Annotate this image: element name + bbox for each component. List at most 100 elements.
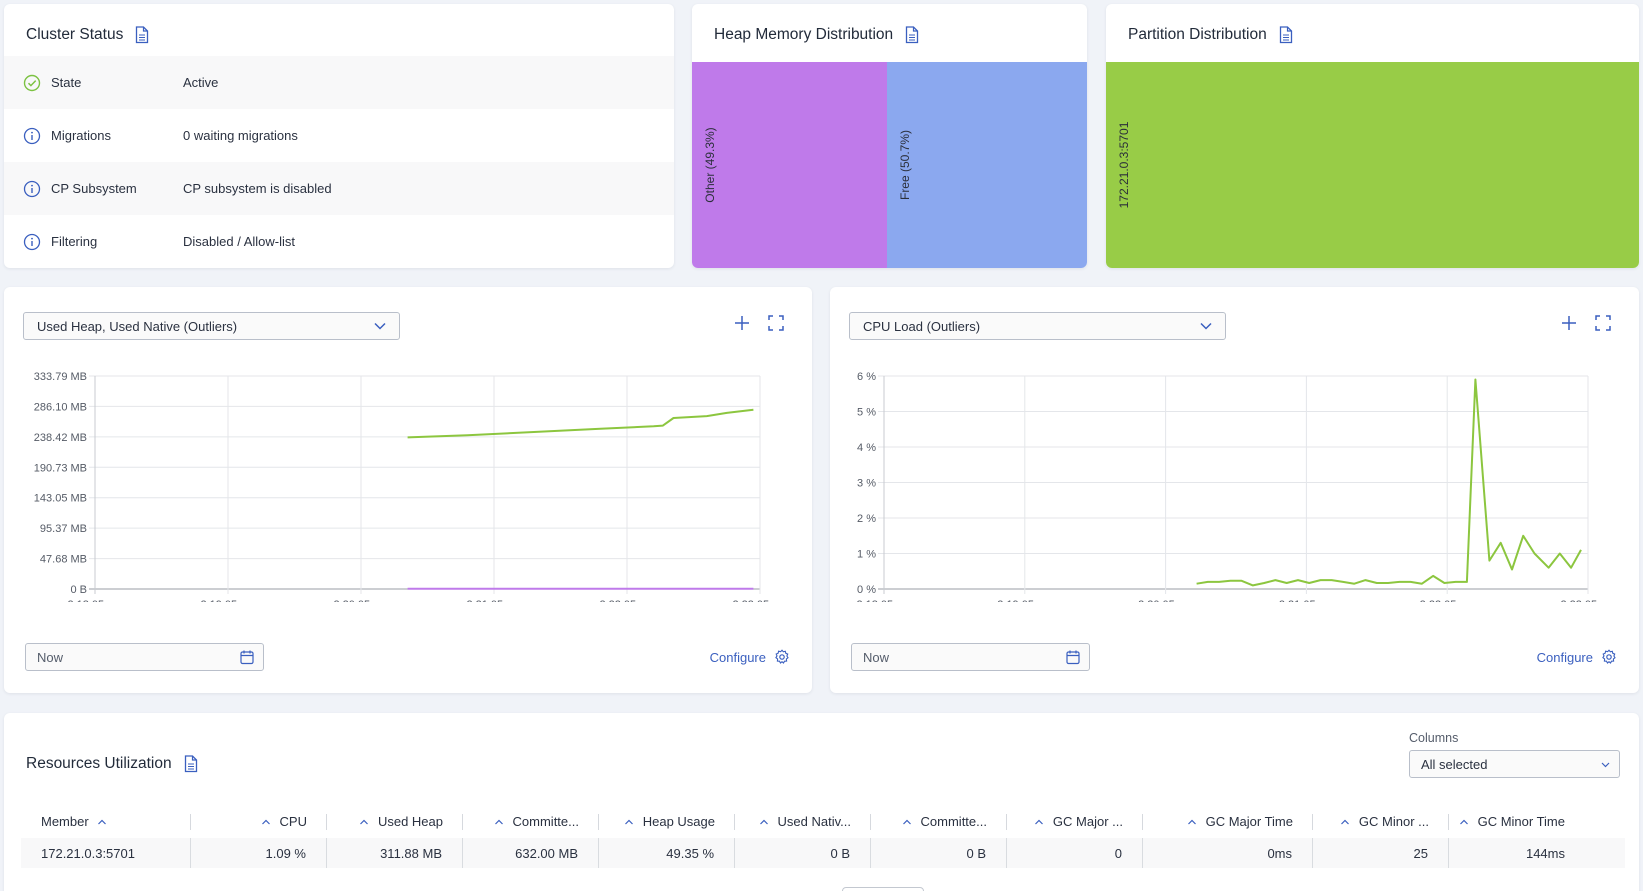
cluster-status-title: Cluster Status [26,26,149,44]
check-circle-icon [23,74,41,91]
column-header[interactable]: GC Minor ... [1313,805,1449,838]
column-header[interactable]: Committe... [463,805,599,838]
table-cell: 0 B [735,838,871,868]
sort-arrow-icon [1459,819,1468,824]
heap-segment-label: Free (50.7%) [897,129,912,201]
calendar-icon[interactable] [1065,649,1081,665]
column-header-label: GC Major Time [1205,814,1293,829]
sort-arrow-icon [1187,819,1196,824]
column-header[interactable]: Member [21,805,191,838]
y-tick-label: 0 % [857,584,876,596]
fullscreen-icon[interactable] [1593,313,1613,333]
pagination-control[interactable] [842,887,924,891]
column-header[interactable]: Heap Usage [599,805,735,838]
column-header-label: CPU [279,814,307,829]
column-header[interactable]: CPU [191,805,327,838]
heap-segment[interactable]: Free (50.7%) [886,62,1087,268]
column-header-label: Heap Usage [642,814,715,829]
configure-link[interactable]: Configure [710,649,790,665]
column-header[interactable]: Used Heap [327,805,463,838]
document-icon[interactable] [905,26,919,44]
y-tick-label: 238.42 MB [34,432,87,444]
column-header[interactable]: GC Major ... [1007,805,1143,838]
x-tick-label: 2:19:05 pm [997,599,1052,602]
status-row-cp-subsystem: CP Subsystem CP subsystem is disabled [4,162,674,215]
add-icon[interactable] [1559,313,1579,333]
partition-segment-label: 172.21.0.3:5701 [1117,121,1131,209]
table-cell: 0ms [1143,838,1313,868]
configure-label: Configure [709,649,766,665]
configure-label: Configure [1536,649,1593,665]
y-tick-label: 286.10 MB [34,401,87,413]
y-tick-label: 333.79 MB [34,371,87,383]
add-icon[interactable] [732,313,752,333]
metric-select[interactable]: Used Heap, Used Native (Outliers) [23,312,400,340]
status-value: CP subsystem is disabled [183,181,332,196]
resources-utilization-card: Resources Utilization Columns All select… [4,713,1639,891]
table-cell: 49.35 % [599,838,735,868]
calendar-icon[interactable] [239,649,255,665]
fullscreen-icon[interactable] [766,313,786,333]
resources-title-text: Resources Utilization [26,755,172,772]
metric-select[interactable]: CPU Load (Outliers) [849,312,1226,340]
date-input[interactable]: Now [851,643,1090,671]
heap-treemap: Other (49.3%) Free (50.7%) [692,62,1087,268]
columns-label: Columns [1409,731,1459,745]
document-icon[interactable] [1279,26,1293,44]
series-line-used-heap[interactable] [407,408,754,439]
column-header[interactable]: Committe... [871,805,1007,838]
sort-arrow-icon [1034,819,1043,824]
info-icon [23,233,41,250]
partition-segment[interactable]: 172.21.0.3:5701 [1106,62,1639,268]
y-tick-label: 6 % [857,371,876,383]
table-row[interactable]: 172.21.0.3:5701 1.09 % 311.88 MB 632.00 MB 4… [21,838,1625,868]
x-tick-label: 2:18:05 pm [67,599,122,602]
x-tick-label: 2:22:05 pm [599,599,654,602]
status-value: 0 waiting migrations [183,128,298,143]
column-header[interactable]: Used Nativ... [735,805,871,838]
column-header-label: Member [41,814,89,829]
table-cell: 144ms [1525,845,1565,861]
status-label: State [51,75,82,90]
document-icon[interactable] [135,26,149,44]
status-value: Disabled / Allow-list [183,234,295,249]
configure-link[interactable]: Configure [1537,649,1617,665]
sort-arrow-icon [360,819,368,824]
status-row-filtering: Filtering Disabled / Allow-list [4,215,674,268]
y-tick-label: 2 % [857,513,876,525]
column-header-label: Committe... [920,814,987,829]
column-header-label: Committe... [512,814,579,829]
column-header-label: Used Nativ... [777,814,851,829]
date-input[interactable]: Now [25,643,264,671]
sort-arrow-icon [494,819,503,824]
heap-distribution-title: Heap Memory Distribution [714,26,919,44]
x-tick-label: 2:18:05 pm [856,599,911,602]
y-tick-label: 1 % [857,549,876,561]
status-label: CP Subsystem [51,181,137,196]
partition-distribution-title: Partition Distribution [1128,26,1293,44]
date-input-value: Now [37,649,64,665]
column-header[interactable]: GC Major Time [1143,805,1313,838]
gear-icon [775,649,789,664]
y-tick-label: 190.73 MB [34,462,87,474]
column-header[interactable]: GC Minor Time [1449,805,1585,838]
columns-select[interactable]: All selected [1409,750,1620,778]
y-tick-label: 3 % [857,478,876,490]
status-label: Filtering [51,234,98,249]
heap-segment[interactable]: Other (49.3%) [692,62,887,268]
document-icon[interactable] [184,755,198,773]
table-cell: 25 [1313,838,1449,868]
cluster-status-card: Cluster Status State Active Migrations 0… [4,4,674,268]
column-header-label: GC Minor ... [1358,814,1429,829]
x-tick-label: 2:21:05 pm [1279,599,1334,602]
columns-select-value: All selected [1421,756,1488,772]
partition-treemap: 172.21.0.3:5701 [1106,62,1639,268]
table-cell: 311.88 MB [327,838,463,868]
table-cell: 0 [1007,838,1143,868]
table-cell: 0 B [871,838,1007,868]
status-row-state: State Active [4,56,674,109]
y-tick-label: 0 B [70,584,87,596]
heap-line-chart: 0 B 47.68 MB 95.37 MB 143.05 MB 190.73 MB 238… [34,371,788,602]
y-tick-label: 4 % [857,442,876,454]
x-tick-label: 2:22:05 pm [1420,599,1475,602]
